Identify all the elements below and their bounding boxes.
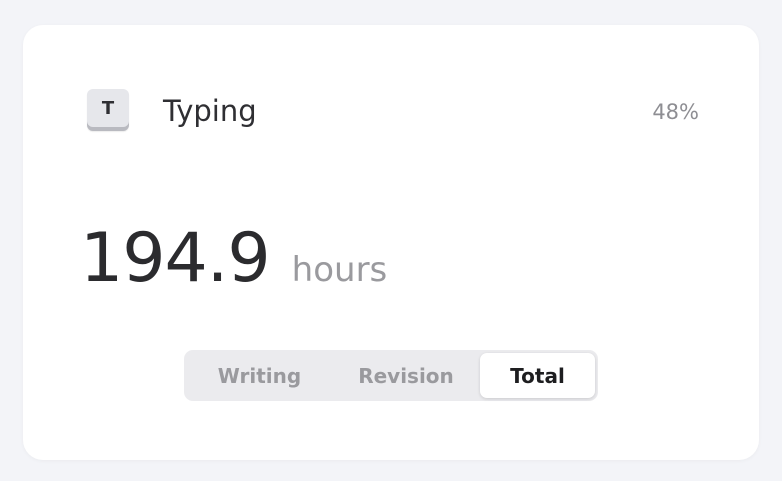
segment-writing-label: Writing (217, 363, 302, 388)
metric-row: 194.9 hours (80, 219, 387, 299)
key-icon-letter: T (101, 97, 115, 119)
segment-total[interactable]: Total (480, 353, 595, 398)
category-label: Typing (163, 94, 257, 128)
segment-writing[interactable]: Writing (187, 353, 332, 398)
keyboard-key-icon: T (87, 89, 129, 131)
segment-revision[interactable]: Revision (332, 353, 480, 398)
category-percent: 48% (652, 100, 699, 124)
stats-card: T Typing 48% 194.9 hours Writing Revisio… (23, 25, 759, 460)
metric-value: 194.9 (80, 219, 271, 298)
metric-unit: hours (291, 250, 388, 290)
segment-total-label: Total (510, 363, 565, 388)
segment-revision-label: Revision (358, 363, 454, 388)
segmented-control: Writing Revision Total (184, 350, 598, 401)
